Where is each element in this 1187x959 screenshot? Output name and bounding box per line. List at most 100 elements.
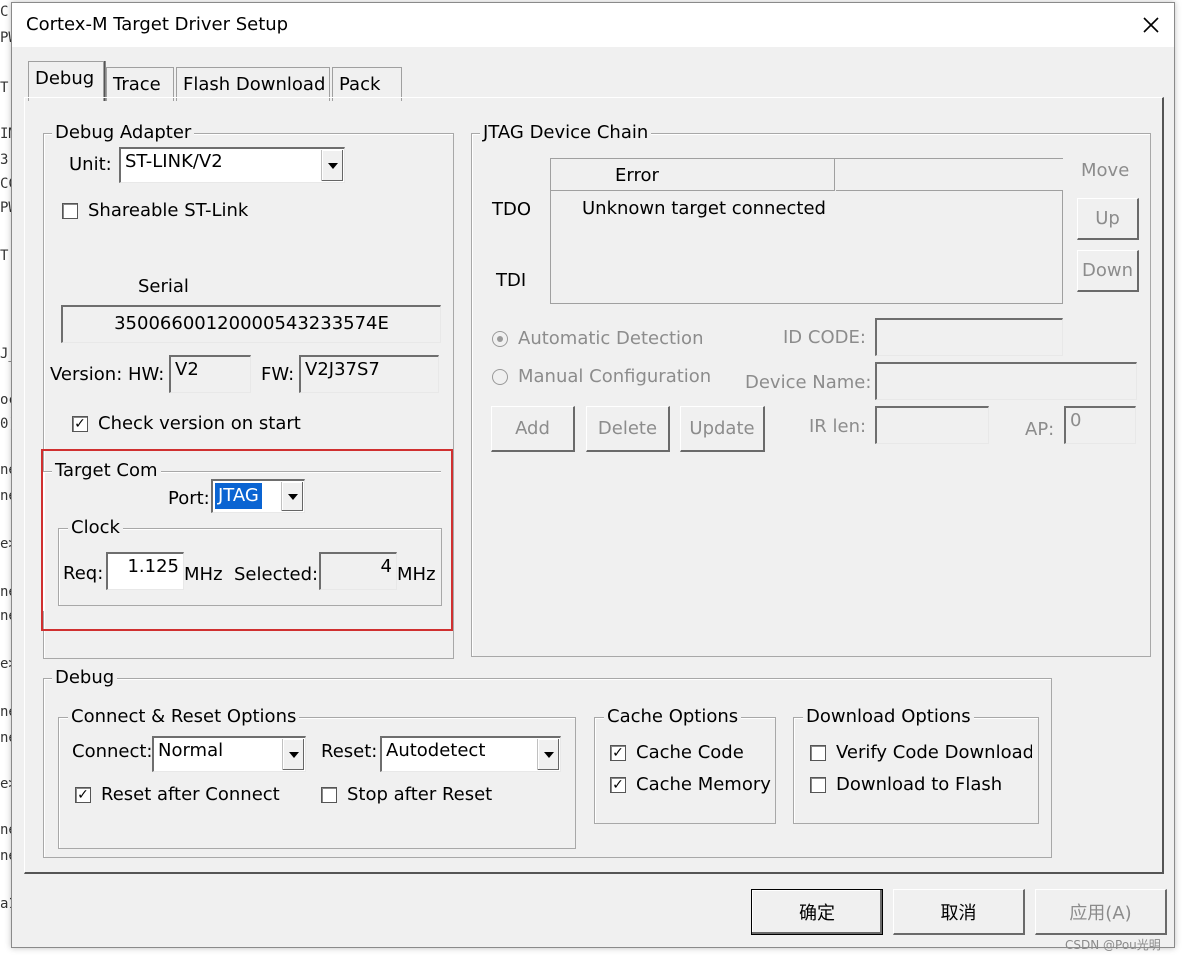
apply-button[interactable]: 应用(A) <box>1035 889 1167 935</box>
fw-version-value: V2J37S7 <box>305 359 380 380</box>
jtag-device-table[interactable]: Error Unknown target connected <box>550 158 1063 304</box>
port-label: Port: <box>168 488 210 509</box>
chevron-down-icon[interactable] <box>537 739 559 770</box>
check-icon: ✓ <box>612 745 624 761</box>
add-button-label: Add <box>515 418 550 439</box>
req-label: Req: <box>63 563 104 584</box>
selected-label: Selected: <box>234 564 319 585</box>
chevron-down-icon[interactable] <box>321 150 343 181</box>
tab-label: Trace <box>113 74 161 95</box>
stop-after-reset-label: Stop after Reset <box>347 784 493 805</box>
ir-len-field[interactable] <box>875 406 989 444</box>
reset-after-connect-label: Reset after Connect <box>101 784 280 805</box>
move-up-label: Up <box>1095 208 1120 229</box>
cancel-button[interactable]: 取消 <box>893 889 1025 935</box>
cache-options-group-label: Cache Options <box>604 706 742 727</box>
req-clock-input[interactable]: 1.125 <box>106 552 184 590</box>
close-button[interactable] <box>1132 7 1170 43</box>
reset-select[interactable]: Autodetect <box>380 736 561 772</box>
chevron-down-icon[interactable] <box>281 482 303 511</box>
tdo-label: TDO <box>492 199 532 220</box>
req-clock-value: 1.125 <box>127 556 179 577</box>
verify-code-download-checkbox[interactable] <box>810 745 826 761</box>
apply-button-label: 应用(A) <box>1069 902 1132 924</box>
check-icon: ✓ <box>612 777 624 793</box>
check-version-label: Check version on start <box>98 413 301 434</box>
check-version-checkbox[interactable]: ✓ <box>72 416 88 432</box>
fw-version-field[interactable]: V2J37S7 <box>299 355 439 393</box>
unit-select[interactable]: ST-LINK/V2 <box>119 147 345 183</box>
move-up-button[interactable]: Up <box>1077 198 1139 240</box>
ok-button[interactable]: 确定 <box>751 889 883 935</box>
jtag-row-text: Unknown target connected <box>582 198 826 219</box>
update-button-label: Update <box>689 418 755 439</box>
device-name-label: Device Name: <box>745 372 872 393</box>
jtag-table-header-label: Error <box>615 165 659 186</box>
cache-memory-label: Cache Memory <box>636 774 771 795</box>
download-to-flash-checkbox[interactable] <box>810 777 826 793</box>
tab-label: Flash Download <box>183 74 326 95</box>
manual-configuration-radio[interactable] <box>492 369 508 385</box>
reset-after-connect-checkbox[interactable]: ✓ <box>75 787 91 803</box>
delete-button-label: Delete <box>597 418 658 439</box>
port-select[interactable]: JTAG <box>211 479 305 513</box>
tab-label: Pack <box>339 74 381 95</box>
close-icon <box>1143 17 1159 33</box>
connect-select[interactable]: Normal <box>152 736 306 772</box>
ap-value: 0 <box>1070 410 1082 431</box>
dialog-window: Cortex-M Target Driver Setup Debug Trace… <box>11 2 1175 948</box>
jtag-table-header-blank[interactable] <box>836 159 1063 191</box>
cache-options-group <box>594 717 776 824</box>
version-hw-label: Version: HW: <box>50 364 165 385</box>
tab-debug[interactable]: Debug <box>28 61 104 101</box>
unit-label: Unit: <box>69 154 112 175</box>
req-unit: MHz <box>184 564 223 585</box>
chevron-down-icon[interactable] <box>282 739 304 770</box>
id-code-label: ID CODE: <box>783 327 866 348</box>
serial-field[interactable]: 35006600120000543233574E <box>61 305 441 343</box>
id-code-field[interactable] <box>875 318 1063 356</box>
download-options-group <box>793 717 1039 824</box>
reset-label: Reset: <box>321 741 378 762</box>
tab-pack[interactable]: Pack <box>332 67 402 101</box>
ok-button-label: 确定 <box>799 903 835 924</box>
shareable-stlink-label: Shareable ST-Link <box>88 200 249 221</box>
serial-value: 35006600120000543233574E <box>114 313 389 334</box>
cache-code-checkbox[interactable]: ✓ <box>610 745 626 761</box>
automatic-detection-radio[interactable] <box>492 331 508 347</box>
automatic-detection-label: Automatic Detection <box>518 328 704 349</box>
update-button[interactable]: Update <box>680 406 765 452</box>
selected-clock-field[interactable]: 4 <box>319 552 397 590</box>
hw-version-field[interactable]: V2 <box>169 355 251 393</box>
serial-label: Serial <box>138 276 189 297</box>
connect-reset-group-label: Connect & Reset Options <box>68 706 300 727</box>
connect-value: Normal <box>158 740 224 761</box>
cache-code-label: Cache Code <box>636 742 744 763</box>
delete-button[interactable]: Delete <box>586 406 670 452</box>
device-name-field[interactable] <box>875 362 1137 400</box>
window-title: Cortex-M Target Driver Setup <box>26 14 289 35</box>
move-label: Move <box>1081 160 1130 181</box>
tab-label: Debug <box>35 68 95 89</box>
ap-field[interactable]: 0 <box>1064 406 1136 444</box>
connect-label: Connect: <box>72 741 153 762</box>
clock-group-label: Clock <box>68 517 123 538</box>
tab-trace[interactable]: Trace <box>106 67 174 101</box>
jtag-table-header-error[interactable]: Error <box>551 159 835 191</box>
cache-memory-checkbox[interactable]: ✓ <box>610 777 626 793</box>
title-bar[interactable]: Cortex-M Target Driver Setup <box>12 3 1174 47</box>
background-fragment: T <box>0 248 9 264</box>
manual-configuration-label: Manual Configuration <box>518 366 712 387</box>
move-down-button[interactable]: Down <box>1077 250 1139 292</box>
shareable-stlink-checkbox[interactable] <box>62 203 78 219</box>
tab-flash-download[interactable]: Flash Download <box>176 67 330 101</box>
reset-value: Autodetect <box>386 740 486 761</box>
add-button[interactable]: Add <box>491 406 575 452</box>
cancel-button-label: 取消 <box>940 902 977 924</box>
ir-len-label: IR len: <box>809 416 867 437</box>
download-options-group-label: Download Options <box>803 706 974 727</box>
stop-after-reset-checkbox[interactable] <box>321 787 337 803</box>
hw-version-value: V2 <box>175 359 199 380</box>
jtag-device-chain-label: JTAG Device Chain <box>480 122 652 143</box>
unit-value: ST-LINK/V2 <box>125 151 223 172</box>
